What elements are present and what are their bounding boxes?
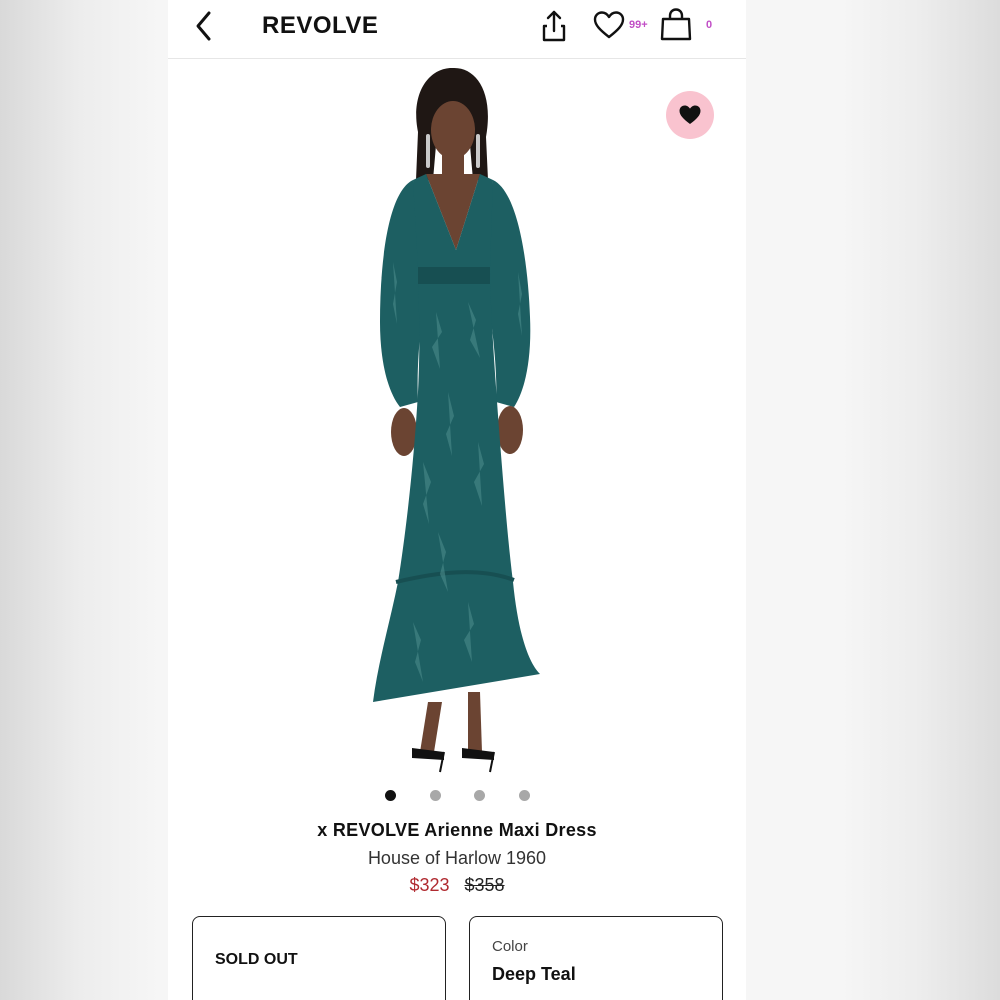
share-icon xyxy=(542,10,566,42)
share-button[interactable] xyxy=(538,6,570,44)
heart-outline-icon xyxy=(593,11,625,39)
product-designer-link[interactable]: House of Harlow 1960 xyxy=(168,848,746,869)
back-button[interactable] xyxy=(190,8,220,44)
bag-count-badge: 0 xyxy=(706,19,713,31)
sale-price: $323 xyxy=(409,875,450,895)
brand-logo[interactable]: REVOLVE xyxy=(262,12,378,40)
shopping-bag-button[interactable] xyxy=(659,6,693,42)
pagination-dot-3[interactable] xyxy=(474,790,485,801)
back-chevron-icon xyxy=(196,11,211,41)
app-screen: REVOLVE 99+ 0 x REVOLVE Arienne Maxi Dre… xyxy=(168,0,746,1000)
color-value: Deep Teal xyxy=(492,964,576,984)
add-to-favorites-button[interactable] xyxy=(666,91,714,139)
product-title: x REVOLVE Arienne Maxi Dress xyxy=(317,820,597,840)
pagination-dot-2[interactable] xyxy=(430,790,441,801)
top-nav-bar: REVOLVE 99+ 0 xyxy=(168,0,746,59)
product-image[interactable] xyxy=(318,62,588,777)
color-selector[interactable]: Color Deep Teal xyxy=(469,916,723,1000)
original-price: $358 xyxy=(464,875,505,895)
wishlist-count-badge: 99+ xyxy=(629,19,648,31)
color-label: Color xyxy=(492,938,528,955)
sold-out-label: SOLD OUT xyxy=(215,951,298,968)
pagination-dot-1[interactable] xyxy=(385,790,396,801)
pagination-dot-4[interactable] xyxy=(519,790,530,801)
image-pagination xyxy=(168,789,746,803)
price-row: $323 $358 xyxy=(168,875,746,896)
shopping-bag-icon xyxy=(660,8,692,41)
wishlist-button[interactable] xyxy=(592,10,626,40)
size-selector[interactable]: SOLD OUT xyxy=(192,916,446,1000)
heart-filled-icon xyxy=(679,105,701,124)
